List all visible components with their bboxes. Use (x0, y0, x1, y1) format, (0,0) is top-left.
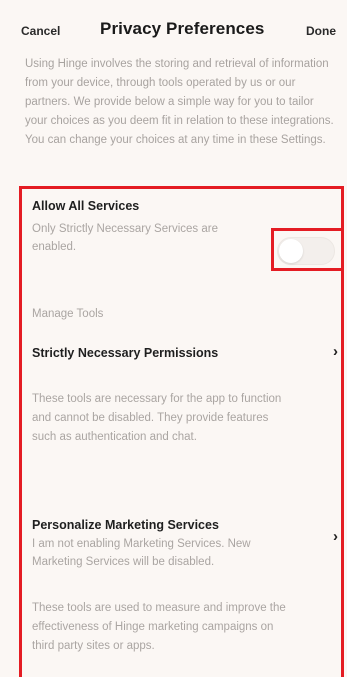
marketing-description: These tools are used to measure and impr… (32, 602, 286, 652)
manage-tools-label: Manage Tools (32, 308, 104, 320)
toggle-knob (279, 239, 303, 263)
marketing-status: I am not enabling Marketing Services. Ne… (32, 538, 251, 568)
allow-all-description: Only Strictly Necessary Services are ena… (32, 223, 218, 253)
intro-text: Using Hinge involves the storing and ret… (25, 58, 334, 146)
strictly-necessary-description: These tools are necessary for the app to… (32, 393, 282, 443)
strictly-necessary-title: Strictly Necessary Permissions (32, 346, 219, 360)
strictly-necessary-row[interactable]: Strictly Necessary Permissions › (22, 340, 340, 370)
marketing-row[interactable]: Personalize Marketing Services I am not … (22, 512, 340, 572)
chevron-right-icon: › (333, 528, 338, 545)
done-button[interactable]: Done (306, 24, 336, 38)
allow-all-toggle[interactable] (277, 237, 335, 265)
privacy-preferences-screen: Cancel Privacy Preferences Done Using Hi… (0, 0, 347, 677)
allow-all-title: Allow All Services (32, 199, 140, 213)
nav-header: Cancel Privacy Preferences Done (0, 0, 347, 50)
chevron-right-icon: › (333, 343, 338, 360)
page-title: Privacy Preferences (100, 19, 265, 38)
cancel-button[interactable]: Cancel (21, 24, 60, 38)
marketing-title: Personalize Marketing Services (32, 518, 219, 532)
